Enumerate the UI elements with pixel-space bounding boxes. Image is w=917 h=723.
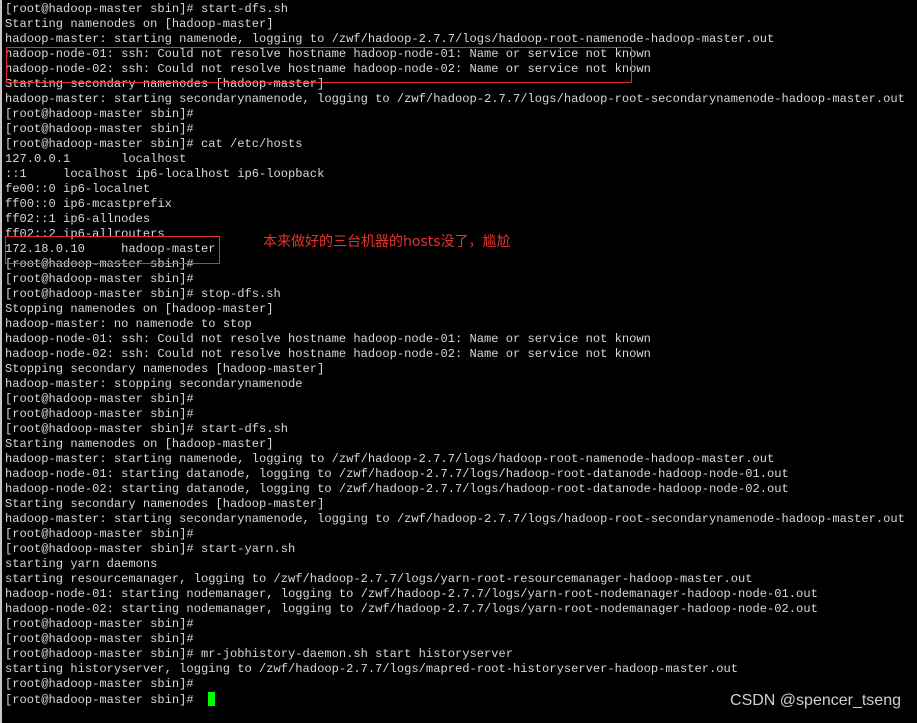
terminal-line-text: 127.0.0.1 localhost: [5, 152, 187, 166]
terminal-line: [root@hadoop-master sbin]#: [5, 407, 905, 422]
terminal-line: fe00::0 ip6-localnet: [5, 182, 905, 197]
highlight-box-hosts-entry: [5, 236, 220, 264]
terminal-line: hadoop-master: starting secondarynamenod…: [5, 512, 905, 527]
terminal-line-text: Starting secondary namenodes [hadoop-mas…: [5, 497, 325, 511]
terminal-line: Starting namenodes on [hadoop-master]: [5, 437, 905, 452]
terminal-line: hadoop-master: starting namenode, loggin…: [5, 32, 905, 47]
terminal-line: [root@hadoop-master sbin]#: [5, 617, 905, 632]
terminal-line: hadoop-node-02: starting nodemanager, lo…: [5, 602, 905, 617]
terminal-line-text: hadoop-node-02: ssh: Could not resolve h…: [5, 347, 651, 361]
terminal-line-text: ff02::1 ip6-allnodes: [5, 212, 151, 226]
terminal-line: [root@hadoop-master sbin]# start-yarn.sh: [5, 542, 905, 557]
terminal-line-text: hadoop-master: stopping secondarynamenod…: [5, 377, 303, 391]
terminal-line-text: starting historyserver, logging to /zwf/…: [5, 662, 739, 676]
highlight-box-ssh-errors: [6, 47, 632, 83]
terminal-line: starting yarn daemons: [5, 557, 905, 572]
terminal-line: hadoop-master: no namenode to stop: [5, 317, 905, 332]
terminal-line: hadoop-master: starting namenode, loggin…: [5, 452, 905, 467]
terminal-line-text: [root@hadoop-master sbin]#: [5, 272, 194, 286]
terminal-line-text: ::1 localhost ip6-localhost ip6-loopback: [5, 167, 325, 181]
terminal-line-text: hadoop-node-01: starting datanode, loggi…: [5, 467, 789, 481]
terminal-line: Starting secondary namenodes [hadoop-mas…: [5, 497, 905, 512]
terminal-line-text: [root@hadoop-master sbin]#: [5, 122, 194, 136]
terminal-line: [root@hadoop-master sbin]#: [5, 527, 905, 542]
terminal-line-text: hadoop-master: no namenode to stop: [5, 317, 252, 331]
terminal-line-text: [root@hadoop-master sbin]#: [5, 693, 201, 707]
terminal-line: [root@hadoop-master sbin]#: [5, 632, 905, 647]
terminal-line-text: Starting namenodes on [hadoop-master]: [5, 17, 274, 31]
watermark: CSDN @spencer_tseng: [730, 692, 901, 709]
terminal-line: [root@hadoop-master sbin]#: [5, 677, 905, 692]
terminal-line: [root@hadoop-master sbin]#: [5, 392, 905, 407]
terminal-line: hadoop-node-01: starting datanode, loggi…: [5, 467, 905, 482]
terminal-line-text: hadoop-master: starting secondarynamenod…: [5, 92, 905, 106]
terminal-line: 127.0.0.1 localhost: [5, 152, 905, 167]
terminal-line-text: [root@hadoop-master sbin]#: [5, 617, 194, 631]
terminal-line: hadoop-master: starting secondarynamenod…: [5, 92, 905, 107]
terminal-line-text: hadoop-node-01: ssh: Could not resolve h…: [5, 332, 651, 346]
terminal-line-text: [root@hadoop-master sbin]# start-dfs.sh: [5, 422, 289, 436]
terminal-line-text: hadoop-master: starting namenode, loggin…: [5, 32, 775, 46]
terminal-line-text: [root@hadoop-master sbin]#: [5, 392, 194, 406]
terminal-line-text: [root@hadoop-master sbin]#: [5, 527, 194, 541]
terminal-line: Stopping secondary namenodes [hadoop-mas…: [5, 362, 905, 377]
terminal-line: ff00::0 ip6-mcastprefix: [5, 197, 905, 212]
terminal-line: [root@hadoop-master sbin]# start-dfs.sh: [5, 422, 905, 437]
terminal-line: [root@hadoop-master sbin]# stop-dfs.sh: [5, 287, 905, 302]
terminal-line: hadoop-node-02: ssh: Could not resolve h…: [5, 347, 905, 362]
terminal-line-text: hadoop-node-02: starting nodemanager, lo…: [5, 602, 818, 616]
terminal-line-text: [root@hadoop-master sbin]#: [5, 632, 194, 646]
terminal-line-text: starting yarn daemons: [5, 557, 158, 571]
terminal-line-text: [root@hadoop-master sbin]# mr-jobhistory…: [5, 647, 514, 661]
cursor-block-icon: [207, 692, 215, 706]
annotation-note: 本来做好的三台机器的hosts没了，尴尬: [263, 234, 511, 250]
terminal-line-text: [root@hadoop-master sbin]#: [5, 107, 194, 121]
terminal-line-text: [root@hadoop-master sbin]#: [5, 677, 194, 691]
terminal-line-text: fe00::0 ip6-localnet: [5, 182, 151, 196]
terminal-line: [root@hadoop-master sbin]#: [5, 122, 905, 137]
terminal-line: ff02::1 ip6-allnodes: [5, 212, 905, 227]
terminal-window[interactable]: [root@hadoop-master sbin]# start-dfs.sh S…: [0, 0, 917, 723]
terminal-output: [root@hadoop-master sbin]# start-dfs.sh S…: [5, 2, 905, 707]
terminal-line-text: Stopping secondary namenodes [hadoop-mas…: [5, 362, 325, 376]
terminal-line: hadoop-node-01: starting nodemanager, lo…: [5, 587, 905, 602]
terminal-line: [root@hadoop-master sbin]# start-dfs.sh: [5, 2, 905, 17]
terminal-line-text: hadoop-master: starting namenode, loggin…: [5, 452, 775, 466]
terminal-line-text: [root@hadoop-master sbin]# start-dfs.sh: [5, 2, 289, 16]
terminal-line: [root@hadoop-master sbin]#: [5, 272, 905, 287]
terminal-line: Starting namenodes on [hadoop-master]: [5, 17, 905, 32]
terminal-line: hadoop-node-02: starting datanode, loggi…: [5, 482, 905, 497]
terminal-line: ::1 localhost ip6-localhost ip6-loopback: [5, 167, 905, 182]
terminal-line-text: hadoop-node-01: starting nodemanager, lo…: [5, 587, 818, 601]
terminal-line-text: ff00::0 ip6-mcastprefix: [5, 197, 172, 211]
terminal-line-text: Starting namenodes on [hadoop-master]: [5, 437, 274, 451]
terminal-line-text: [root@hadoop-master sbin]# start-yarn.sh: [5, 542, 296, 556]
terminal-line: Stopping namenodes on [hadoop-master]: [5, 302, 905, 317]
terminal-line: hadoop-master: stopping secondarynamenod…: [5, 377, 905, 392]
terminal-line: starting historyserver, logging to /zwf/…: [5, 662, 905, 677]
terminal-line: hadoop-node-01: ssh: Could not resolve h…: [5, 332, 905, 347]
terminal-line-text: [root@hadoop-master sbin]# cat /etc/host…: [5, 137, 303, 151]
terminal-line-text: hadoop-node-02: starting datanode, loggi…: [5, 482, 789, 496]
terminal-line: starting resourcemanager, logging to /zw…: [5, 572, 905, 587]
terminal-line: [root@hadoop-master sbin]#: [5, 107, 905, 122]
terminal-line-text: [root@hadoop-master sbin]# stop-dfs.sh: [5, 287, 281, 301]
terminal-line-text: hadoop-master: starting secondarynamenod…: [5, 512, 905, 526]
terminal-line-text: [root@hadoop-master sbin]#: [5, 407, 194, 421]
terminal-line: [root@hadoop-master sbin]# cat /etc/host…: [5, 137, 905, 152]
terminal-line: [root@hadoop-master sbin]# mr-jobhistory…: [5, 647, 905, 662]
terminal-line-text: starting resourcemanager, logging to /zw…: [5, 572, 753, 586]
terminal-line-text: Stopping namenodes on [hadoop-master]: [5, 302, 274, 316]
